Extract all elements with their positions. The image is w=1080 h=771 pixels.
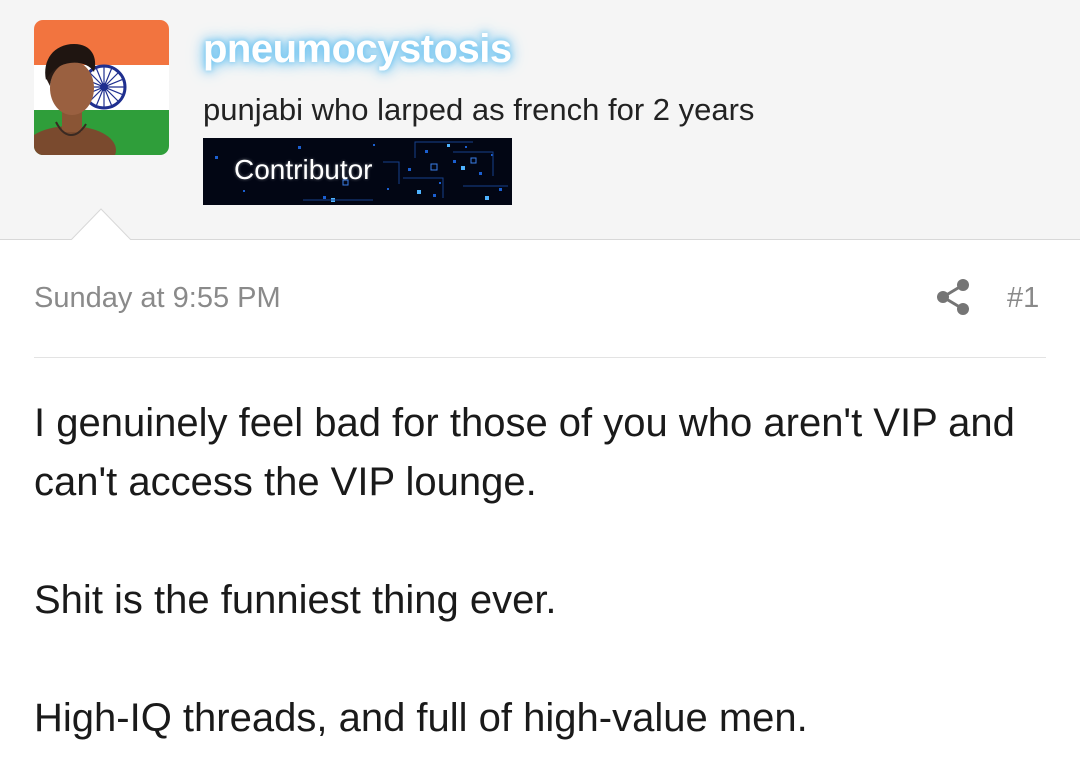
share-icon[interactable] bbox=[934, 278, 972, 316]
india-flag-avatar-icon bbox=[34, 20, 169, 155]
header-pointer-arrow bbox=[70, 208, 134, 242]
message-paragraph: Shit is the funniest thing ever. bbox=[34, 578, 557, 622]
message-paragraph: I genuinely feel bad for those of you wh… bbox=[34, 401, 1015, 504]
user-title: punjabi who larped as french for 2 years bbox=[203, 92, 755, 127]
username-link[interactable]: pneumocystosis bbox=[203, 25, 512, 73]
message-paragraph: High-IQ threads, and full of high-value … bbox=[34, 696, 808, 740]
post-page: pneumocystosis punjabi who larped as fre… bbox=[0, 0, 1080, 771]
user-banner: Contributor bbox=[203, 138, 512, 205]
meta-divider bbox=[34, 357, 1046, 358]
post-date-link[interactable]: Sunday at 9:55 PM bbox=[34, 280, 281, 316]
message-user-header: pneumocystosis punjabi who larped as fre… bbox=[0, 0, 1080, 240]
post-number-link[interactable]: #1 bbox=[1007, 280, 1039, 316]
message-body: I genuinely feel bad for those of you wh… bbox=[34, 394, 1044, 771]
contributor-banner-label: Contributor bbox=[234, 154, 373, 185]
user-avatar[interactable] bbox=[34, 20, 169, 155]
